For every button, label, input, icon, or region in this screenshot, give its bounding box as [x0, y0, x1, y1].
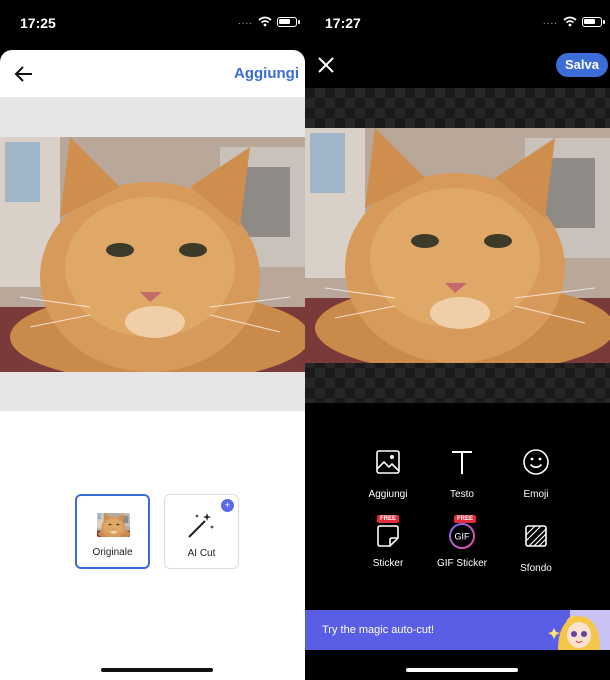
status-icons: ....	[542, 16, 605, 27]
options-panel: Originale + AI Cut	[0, 411, 305, 680]
smiley-icon	[523, 449, 549, 475]
tool-label: Emoji	[523, 489, 549, 500]
image-icon	[376, 450, 400, 474]
tool-aggiungi[interactable]: Aggiungi	[348, 447, 428, 500]
right-screen: 17:27 .... Salva Aggiungi Testo Emoji FR…	[305, 0, 610, 680]
premium-badge: +	[221, 499, 234, 512]
free-badge: FREE	[454, 515, 477, 523]
left-screen: 17:25 .... Aggiungi Originale + AI Cut	[0, 0, 305, 680]
tool-label: Sfondo	[520, 563, 552, 574]
tool-gif-sticker[interactable]: GIF FREE GIF Sticker	[422, 515, 502, 569]
magic-wand-icon	[188, 513, 214, 538]
status-bar: 17:25 ....	[0, 0, 305, 46]
gif-icon: GIF FREE	[447, 515, 477, 551]
original-thumbnail	[97, 513, 130, 537]
save-button[interactable]: Salva	[556, 53, 608, 77]
sticker-icon: FREE	[373, 515, 403, 551]
tool-sticker[interactable]: FREE Sticker	[348, 515, 428, 569]
battery-icon	[582, 16, 605, 27]
tool-label: Aggiungi	[368, 489, 408, 500]
option-label: Originale	[92, 547, 133, 558]
wifi-icon	[563, 16, 577, 27]
tool-label: Sticker	[372, 558, 404, 569]
signal-icon: ....	[542, 16, 558, 27]
gif-icon-text: GIF	[455, 532, 471, 542]
screenshot-pair: 17:25 .... Aggiungi Originale + AI Cut 1…	[0, 0, 610, 680]
home-indicator[interactable]	[406, 668, 518, 672]
option-label: AI Cut	[187, 548, 216, 559]
tool-sfondo[interactable]: Sfondo	[496, 521, 576, 574]
tool-label: Testo	[450, 489, 474, 500]
status-bar: 17:27 ....	[305, 0, 610, 46]
tool-emoji[interactable]: Emoji	[496, 447, 576, 500]
free-badge: FREE	[377, 515, 400, 523]
signal-icon: ....	[237, 16, 253, 27]
add-button[interactable]: Aggiungi	[234, 65, 299, 82]
auto-cut-banner[interactable]: Try the magic auto-cut!	[305, 610, 610, 650]
wifi-icon	[258, 16, 272, 27]
back-arrow-icon[interactable]	[12, 62, 36, 86]
cat-photo	[305, 128, 610, 363]
mascot-illustration	[548, 610, 610, 650]
tool-testo[interactable]: Testo	[422, 447, 502, 500]
status-time: 17:25	[20, 15, 56, 31]
top-nav: Aggiungi	[0, 50, 305, 97]
banner-text: Try the magic auto-cut!	[322, 624, 435, 636]
option-originale[interactable]: Originale	[75, 494, 150, 569]
status-icons: ....	[237, 16, 300, 27]
background-icon	[525, 525, 547, 547]
tool-label: GIF Sticker	[436, 558, 487, 569]
option-ai-cut[interactable]: + AI Cut	[164, 494, 239, 569]
home-indicator[interactable]	[101, 668, 213, 672]
cat-photo	[0, 137, 305, 372]
status-time: 17:27	[325, 15, 361, 31]
battery-icon	[277, 16, 300, 27]
text-icon	[452, 451, 472, 474]
close-icon[interactable]	[317, 56, 335, 74]
